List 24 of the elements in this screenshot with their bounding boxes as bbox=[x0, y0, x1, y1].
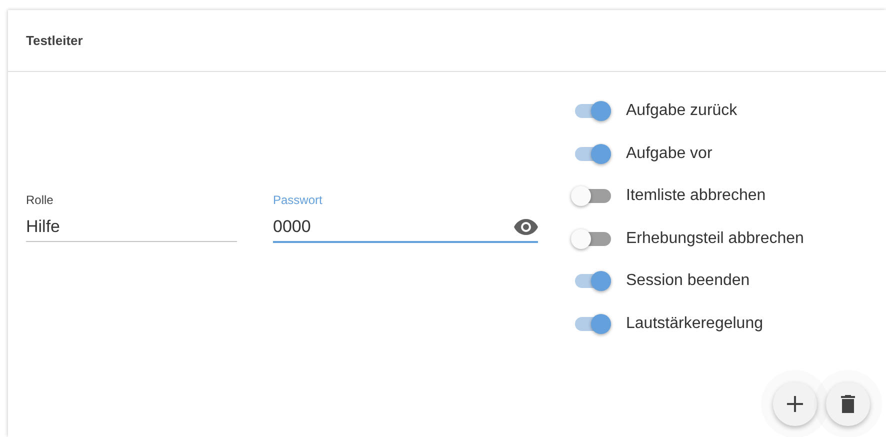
toggle-label: Itemliste abbrechen bbox=[626, 187, 766, 206]
toggle-thumb[interactable] bbox=[591, 101, 611, 122]
delete-button[interactable] bbox=[826, 382, 870, 426]
add-button[interactable] bbox=[773, 382, 817, 426]
toggle-switch[interactable] bbox=[571, 228, 611, 249]
trash-icon bbox=[841, 395, 855, 413]
toggle-switch[interactable] bbox=[571, 186, 611, 206]
toggle-thumb[interactable] bbox=[571, 228, 591, 249]
toggle-label: Aufgabe zurück bbox=[626, 102, 738, 120]
card-title: Testleiter bbox=[26, 33, 83, 48]
toggle-thumb[interactable] bbox=[591, 271, 611, 292]
toggle-label: Erhebungsteil abbrechen bbox=[626, 230, 804, 248]
toggle-thumb[interactable] bbox=[571, 186, 591, 206]
toggle-label: Lautstärkeregelung bbox=[626, 314, 763, 333]
toggle-label: Session beenden bbox=[626, 272, 750, 290]
field-label: Rolle bbox=[26, 193, 54, 207]
field-label: Passwort bbox=[273, 192, 322, 206]
password-field[interactable]: 0000 bbox=[273, 212, 538, 242]
plus-icon bbox=[787, 396, 803, 412]
toggle-thumb[interactable] bbox=[591, 144, 611, 164]
toggle-label: Aufgabe vor bbox=[626, 144, 712, 163]
eye-icon[interactable] bbox=[514, 218, 538, 234]
input-field[interactable]: Hilfe bbox=[26, 213, 237, 242]
toggle-thumb[interactable] bbox=[591, 314, 611, 334]
